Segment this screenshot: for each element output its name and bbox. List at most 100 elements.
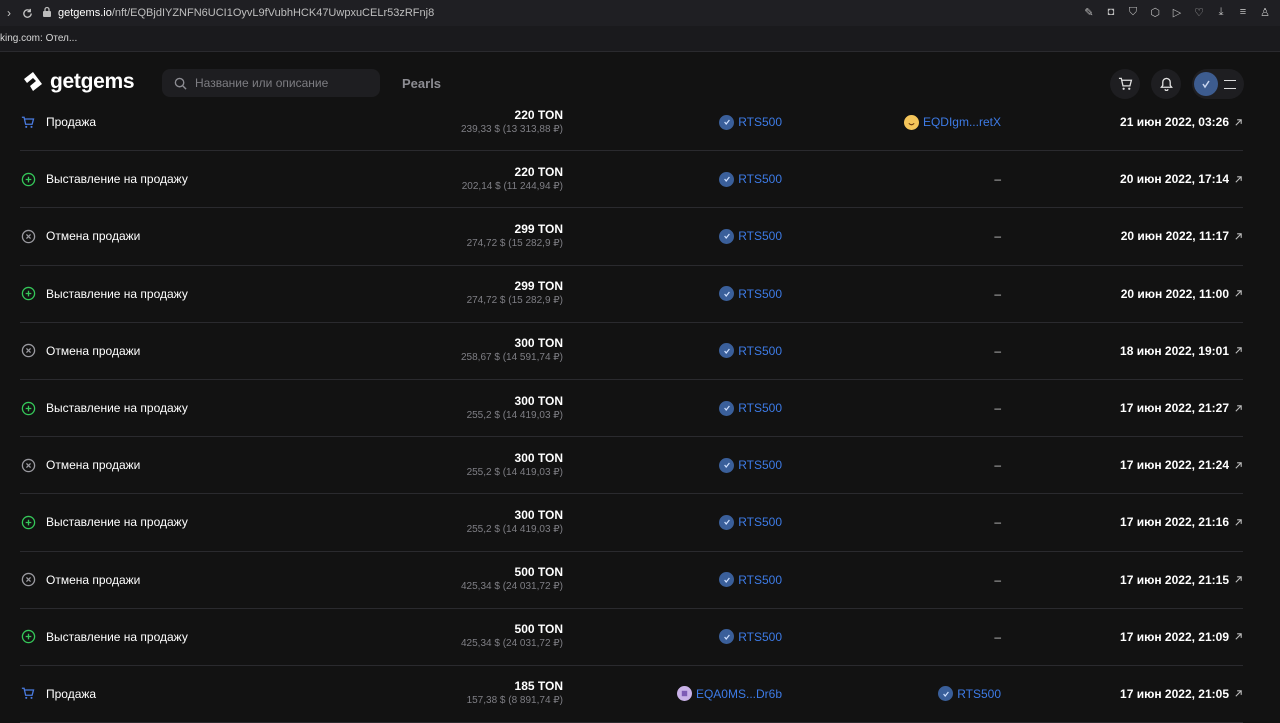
search-box[interactable]	[162, 69, 380, 97]
from-address-link[interactable]: RTS500	[738, 229, 782, 243]
to-party: –	[994, 172, 1001, 187]
from-address-link[interactable]: RTS500	[738, 287, 782, 301]
bell-icon	[1159, 77, 1173, 91]
external-link-icon[interactable]	[1234, 118, 1243, 127]
getgems-logo-icon	[24, 72, 42, 91]
event-date[interactable]: 20 июн 2022, 17:14	[1120, 151, 1243, 207]
from-party[interactable]: RTS500	[719, 94, 782, 150]
external-link-icon[interactable]	[1234, 289, 1243, 298]
from-address-link[interactable]: RTS500	[738, 573, 782, 587]
event-date[interactable]: 20 июн 2022, 11:17	[1121, 208, 1243, 264]
from-party[interactable]: RTS500	[719, 437, 782, 493]
external-link-icon[interactable]	[1234, 404, 1243, 413]
table-row: Выставление на продажу 300 TON 255,2 $ (…	[20, 494, 1243, 552]
verified-avatar	[719, 400, 735, 416]
from-party[interactable]: RTS500	[719, 266, 782, 322]
logo-text: getgems	[50, 70, 135, 93]
to-address-link[interactable]: EQDIgm...retX	[923, 115, 1001, 129]
from-party[interactable]: RTS500	[719, 609, 782, 665]
price: 220 TON 239,33 $ (13 313,88 ₽)	[461, 94, 563, 150]
verified-avatar	[719, 343, 735, 359]
cart-icon	[20, 686, 36, 702]
from-address-link[interactable]: RTS500	[738, 172, 782, 186]
search-icon	[174, 77, 187, 90]
external-link-icon[interactable]	[1234, 232, 1243, 241]
table-row: Продажа 220 TON 239,33 $ (13 313,88 ₽) R…	[20, 94, 1243, 152]
verified-avatar	[719, 457, 735, 473]
nav-link-pearls[interactable]: Pearls	[402, 76, 441, 91]
verified-avatar	[938, 686, 954, 702]
camera-icon[interactable]: ◘	[1104, 4, 1118, 20]
plus-circle-icon	[20, 171, 36, 187]
external-link-icon[interactable]	[1234, 575, 1243, 584]
verified-avatar	[719, 228, 735, 244]
date-text: 18 июн 2022, 19:01	[1120, 343, 1229, 358]
event-date[interactable]: 20 июн 2022, 11:00	[1121, 266, 1243, 322]
edit-icon[interactable]: ✎	[1082, 4, 1096, 20]
event-date[interactable]: 17 июн 2022, 21:16	[1120, 494, 1243, 550]
from-party[interactable]: RTS500	[719, 494, 782, 550]
from-party[interactable]: RTS500	[719, 380, 782, 436]
event-date[interactable]: 17 июн 2022, 21:09	[1120, 609, 1243, 665]
heart-icon[interactable]: ♡	[1192, 4, 1206, 20]
date-text: 17 июн 2022, 21:05	[1120, 686, 1229, 701]
external-link-icon[interactable]	[1234, 346, 1243, 355]
from-address-link[interactable]: RTS500	[738, 115, 782, 129]
to-party[interactable]: RTS500	[938, 666, 1001, 722]
event-date[interactable]: 17 июн 2022, 21:24	[1120, 437, 1243, 493]
account-icon[interactable]: ♙	[1258, 4, 1272, 20]
address-bar[interactable]: getgems.io/nft/EQBjdIYZNFN6UCI1OyvL9fVub…	[42, 4, 434, 22]
price-ton: 185 TON	[514, 679, 563, 694]
cart-icon	[20, 114, 36, 130]
event-date[interactable]: 17 июн 2022, 21:27	[1120, 380, 1243, 436]
to-party[interactable]: EQDIgm...retX	[903, 94, 1001, 150]
menu-icon[interactable]: ≡	[1236, 4, 1250, 20]
verified-avatar	[719, 286, 735, 302]
external-link-icon[interactable]	[1234, 175, 1243, 184]
event-date[interactable]: 17 июн 2022, 21:15	[1120, 552, 1243, 608]
from-party[interactable]: EQA0MS...Dr6b	[676, 666, 782, 722]
event-type: Выставление на продажу	[20, 266, 188, 322]
from-party[interactable]: RTS500	[719, 552, 782, 608]
from-party[interactable]: RTS500	[719, 151, 782, 207]
price-fiat: 255,2 $ (14 419,03 ₽)	[466, 466, 563, 478]
external-link-icon[interactable]	[1234, 518, 1243, 527]
event-label: Выставление на продажу	[46, 172, 188, 187]
reload-icon[interactable]	[18, 4, 36, 22]
search-input[interactable]	[195, 76, 365, 90]
event-date[interactable]: 21 июн 2022, 03:26	[1120, 94, 1243, 150]
box-icon[interactable]: ⬡	[1148, 4, 1162, 20]
from-address-link[interactable]: RTS500	[738, 344, 782, 358]
event-date[interactable]: 18 июн 2022, 19:01	[1120, 323, 1243, 379]
price-fiat: 202,14 $ (11 244,94 ₽)	[461, 180, 563, 192]
external-link-icon[interactable]	[1234, 632, 1243, 641]
shield-icon[interactable]: ⛉	[1126, 4, 1140, 20]
bookmark-item[interactable]: king.com: Отел...	[0, 33, 77, 44]
from-address-link[interactable]: RTS500	[738, 458, 782, 472]
to-address-link[interactable]: RTS500	[957, 687, 1001, 701]
from-party[interactable]: RTS500	[719, 323, 782, 379]
download-icon[interactable]: ⤓	[1214, 4, 1228, 20]
from-address-link[interactable]: EQA0MS...Dr6b	[696, 687, 782, 701]
from-address-link[interactable]: RTS500	[738, 630, 782, 644]
external-link-icon[interactable]	[1234, 689, 1243, 698]
table-row: Выставление на продажу 220 TON 202,14 $ …	[20, 151, 1243, 209]
verified-avatar	[719, 514, 735, 530]
x-circle-icon	[20, 228, 36, 244]
from-address-link[interactable]: RTS500	[738, 401, 782, 415]
from-party[interactable]: RTS500	[719, 208, 782, 264]
browser-toolbar: › getgems.io/nft/EQBjdIYZNFN6UCI1OyvL9fV…	[0, 0, 1280, 26]
table-row: Отмена продажи 300 TON 255,2 $ (14 419,0…	[20, 437, 1243, 495]
logo[interactable]: getgems	[22, 70, 135, 94]
forward-icon[interactable]: ›	[0, 4, 18, 22]
play-icon[interactable]: ▷	[1170, 4, 1184, 20]
price: 185 TON 157,38 $ (8 891,74 ₽)	[467, 666, 563, 722]
price: 299 TON 274,72 $ (15 282,9 ₽)	[467, 208, 563, 264]
price: 300 TON 255,2 $ (14 419,03 ₽)	[467, 380, 563, 436]
from-address-link[interactable]: RTS500	[738, 515, 782, 529]
event-date[interactable]: 17 июн 2022, 21:05	[1120, 666, 1243, 722]
external-link-icon[interactable]	[1234, 461, 1243, 470]
table-row: Выставление на продажу 500 TON 425,34 $ …	[20, 609, 1243, 666]
event-label: Выставление на продажу	[46, 401, 188, 416]
date-text: 20 июн 2022, 11:00	[1120, 286, 1229, 301]
